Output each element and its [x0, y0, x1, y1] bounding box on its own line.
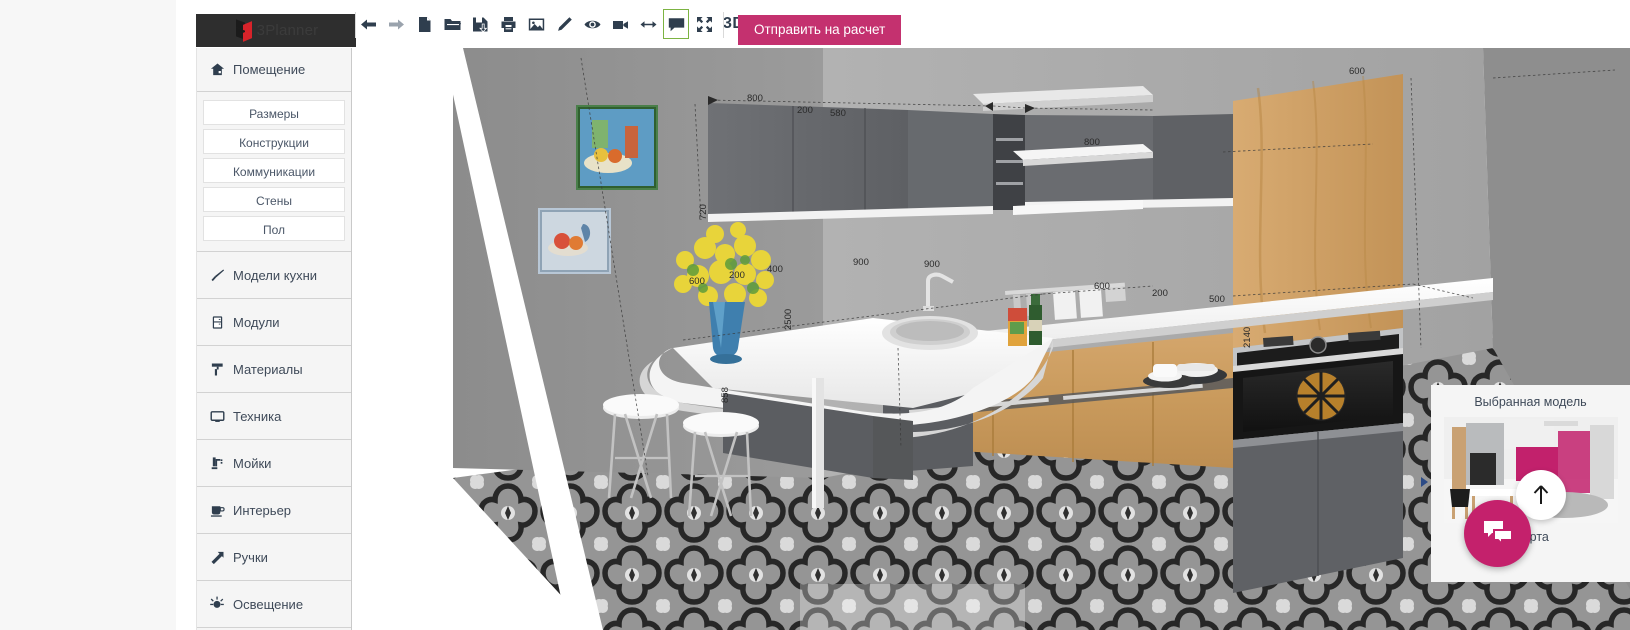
comment-button[interactable]: [663, 9, 689, 39]
send-to-calculation-button[interactable]: Отправить на расчет: [738, 15, 902, 45]
dimension-label: 200: [729, 270, 745, 281]
dimension-label: 858: [720, 387, 731, 403]
video-camera-button[interactable]: [607, 9, 633, 39]
triangle-right-icon[interactable]: [1421, 477, 1428, 487]
navigation-gizmo[interactable]: [800, 584, 1025, 630]
dimensions-button[interactable]: [635, 9, 661, 39]
sidebar-item-appliances[interactable]: Техника: [197, 393, 351, 440]
faucet-icon: [209, 455, 225, 471]
arrow-up-icon: [1533, 485, 1549, 504]
wall-painting-1: [576, 105, 658, 190]
dimension-label: 900: [853, 257, 869, 268]
dimension-label: 720: [698, 204, 709, 220]
sidebar-item-sinks-label: Мойки: [233, 455, 272, 471]
sidebar-item-interior[interactable]: Интерьер: [197, 487, 351, 534]
open-folder-button[interactable]: [439, 9, 465, 39]
room-sub-constructions[interactable]: Конструкции: [203, 129, 345, 154]
sidebar-item-materials-label: Материалы: [233, 361, 303, 377]
chat-bubbles-icon: [1483, 520, 1513, 546]
save-button[interactable]: [467, 9, 493, 39]
cabinet-icon: [209, 314, 225, 330]
room-subitems: Размеры Конструкции Коммуникации Стены П…: [197, 92, 351, 252]
sidebar-item-room-label: Помещение: [233, 62, 306, 77]
sidebar-item-kitchen-models-label: Модели кухни: [233, 267, 318, 283]
sidebar-item-handles[interactable]: Ручки: [197, 534, 351, 581]
draw-button[interactable]: [551, 9, 577, 39]
screenshot-button[interactable]: [523, 9, 549, 39]
left-sidebar: Помещение Размеры Конструкции Коммуникац…: [196, 48, 352, 630]
roller-icon: [209, 361, 225, 377]
dimension-label: 900: [924, 259, 940, 270]
room-sub-floor[interactable]: Пол: [203, 216, 345, 241]
sidebar-item-kitchen-models[interactable]: Модели кухни: [197, 252, 351, 299]
sidebar-item-modules-label: Модули: [233, 314, 280, 330]
room-sub-walls[interactable]: Стены: [203, 187, 345, 212]
oven-light: [1296, 371, 1346, 421]
cube-logo-icon: [234, 18, 254, 42]
selected-model-title: Выбранная модель: [1474, 395, 1587, 409]
handle-icon: [209, 549, 225, 565]
dimension-label: 580: [830, 108, 846, 119]
top-toolbar: 3Planner 3D Отправить на расчет: [176, 0, 1630, 48]
room-sub-communications[interactable]: Коммуникации: [203, 158, 345, 183]
home-icon: [209, 62, 225, 78]
fullscreen-button[interactable]: [691, 9, 717, 39]
brush-icon: [209, 267, 225, 283]
redo-button[interactable]: [383, 9, 409, 39]
toolbar-button-group: 3D: [354, 0, 777, 48]
chat-button[interactable]: [1464, 500, 1531, 567]
undo-button[interactable]: [355, 9, 381, 39]
view-eye-button[interactable]: [579, 9, 605, 39]
print-button[interactable]: [495, 9, 521, 39]
dimension-label: 2140: [1242, 326, 1253, 348]
light-icon: [209, 596, 225, 612]
sidebar-item-appliances-label: Техника: [233, 408, 282, 424]
upper-cabinet-open-shelf: [993, 114, 1025, 210]
app-logo-text: 3Planner: [256, 22, 319, 39]
wall-painting-2: [538, 208, 611, 274]
sidebar-item-interior-label: Интерьер: [233, 502, 292, 518]
app-logo[interactable]: 3Planner: [196, 14, 356, 47]
new-file-button[interactable]: [411, 9, 437, 39]
sink: [882, 316, 978, 350]
dimension-label: 600: [689, 276, 705, 287]
sidebar-item-sinks[interactable]: Мойки: [197, 440, 351, 487]
dimension-label: 600: [1094, 281, 1110, 292]
cup-icon: [209, 502, 225, 518]
sidebar-item-modules[interactable]: Модули: [197, 299, 351, 346]
dimension-label: 500: [1209, 294, 1225, 305]
dimension-label: 800: [1084, 137, 1100, 148]
monitor-icon: [209, 408, 225, 424]
sidebar-item-materials[interactable]: Материалы: [197, 346, 351, 393]
dimension-label: 2500: [783, 308, 794, 330]
sidebar-item-handles-label: Ручки: [233, 549, 268, 565]
toolbar-divider-2: [723, 12, 724, 38]
dimension-label: 400: [767, 264, 783, 275]
dimension-label: 200: [797, 105, 813, 116]
planner-app: 3Planner 3D Отправить на расчет Помещени…: [176, 0, 1630, 630]
sidebar-item-lighting-label: Освещение: [233, 596, 304, 612]
sidebar-item-room[interactable]: Помещение: [197, 48, 351, 92]
upper-cabinets-left: [708, 103, 993, 222]
dimension-label: 200: [1152, 288, 1168, 299]
dimension-label: 800: [747, 93, 763, 104]
room-sub-sizes[interactable]: Размеры: [203, 100, 345, 125]
dimension-label: 600: [1349, 66, 1365, 77]
sidebar-item-lighting[interactable]: Освещение: [197, 581, 351, 628]
